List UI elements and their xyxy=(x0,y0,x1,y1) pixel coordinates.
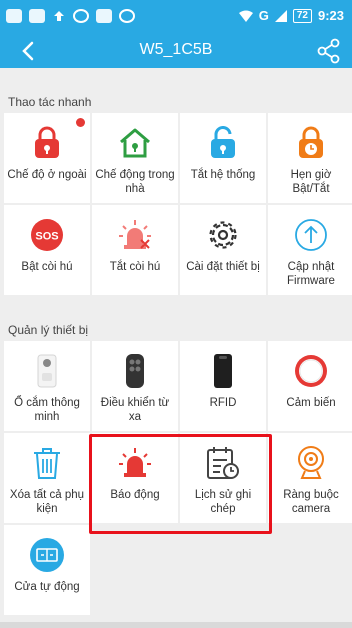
sensor-button[interactable]: Cảm biến xyxy=(268,341,352,431)
device-settings-button[interactable]: Cài đặt thiết bị xyxy=(180,205,266,295)
battery-level: 72 xyxy=(292,8,312,23)
sos-icon: SOS xyxy=(29,217,65,253)
camera-icon xyxy=(293,445,329,481)
wifi-icon xyxy=(238,10,253,22)
cell-label: Tắt còi hú xyxy=(109,261,161,273)
siren-off-icon xyxy=(117,217,153,253)
cell-label: Cửa tự động xyxy=(14,581,80,593)
auto-door-button[interactable]: Cửa tự động xyxy=(4,525,90,615)
page-title: W5_1C5B xyxy=(139,41,213,58)
away-mode-button[interactable]: Chế độ ở ngoài xyxy=(4,113,90,203)
status-right: G 72 9:23 xyxy=(238,8,344,23)
image-icon xyxy=(29,9,45,23)
cell-label: Ràng buộc camera xyxy=(283,489,339,515)
cell-label: Tắt hệ thống xyxy=(190,169,256,181)
app-header: W5_1C5B xyxy=(0,34,352,68)
quick-actions-title: Thao tác nhanh xyxy=(8,95,92,109)
sensor-icon xyxy=(293,353,329,389)
back-arrow-icon[interactable] xyxy=(16,36,44,66)
cell-label: Cài đặt thiết bị xyxy=(186,261,260,273)
remote-control-button[interactable]: Điều khiển từ xa xyxy=(92,341,178,431)
lock-timer-icon xyxy=(293,125,329,161)
rfid-button[interactable]: RFID xyxy=(180,341,266,431)
trash-icon xyxy=(29,445,65,481)
cell-label: Xóa tất cả phụ kiện xyxy=(9,489,85,515)
camera-binding-button[interactable]: Ràng buộc camera xyxy=(268,433,352,523)
auto-door-icon xyxy=(29,537,65,573)
gear-icon xyxy=(205,217,241,253)
cell-label: RFID xyxy=(209,397,237,409)
status-bar: G 72 9:23 xyxy=(0,0,352,34)
sync-icon xyxy=(73,9,89,23)
highlight-frame xyxy=(89,434,272,534)
siren-off-button[interactable]: Tắt còi hú xyxy=(92,205,178,295)
cell-label: Điều khiển từ xa xyxy=(100,397,170,423)
svg-text:SOS: SOS xyxy=(35,231,58,243)
camera-notification-icon xyxy=(119,9,135,23)
schedule-button[interactable]: Hẹn giờ Bật/Tắt xyxy=(268,113,352,203)
delete-all-accessories-button[interactable]: Xóa tất cả phụ kiện xyxy=(4,433,90,523)
cell-label: Ổ cắm thông minh xyxy=(14,397,80,423)
firmware-update-button[interactable]: Cập nhật Firmware xyxy=(268,205,352,295)
home-icon xyxy=(117,125,153,161)
notification-dot xyxy=(76,118,85,127)
notification-icons xyxy=(6,9,135,23)
upload-arrow-icon xyxy=(54,11,64,21)
home-mode-button[interactable]: Chế động trong nhà xyxy=(92,113,178,203)
smart-plug-button[interactable]: Ổ cắm thông minh xyxy=(4,341,90,431)
cell-label: Cập nhật Firmware xyxy=(287,261,335,287)
signal-icon xyxy=(274,9,287,22)
lock-away-icon xyxy=(29,125,65,161)
siren-on-button[interactable]: SOS Bật còi hú xyxy=(4,205,90,295)
network-type: G xyxy=(258,8,269,23)
remote-control-icon xyxy=(117,353,153,389)
clock: 9:23 xyxy=(317,8,344,23)
app-icon xyxy=(96,9,112,23)
cell-label: Chế động trong nhà xyxy=(95,169,175,195)
disarm-button[interactable]: Tắt hệ thống xyxy=(180,113,266,203)
upload-icon xyxy=(293,217,329,253)
rfid-card-icon xyxy=(205,353,241,389)
bottom-edge xyxy=(0,622,352,628)
zalo-icon xyxy=(6,9,22,23)
share-icon[interactable] xyxy=(316,38,342,64)
device-management-title: Quản lý thiết bị xyxy=(8,323,89,337)
smart-plug-icon xyxy=(29,353,65,389)
cell-label: Bật còi hú xyxy=(21,261,73,273)
cell-label: Chế độ ở ngoài xyxy=(7,169,87,181)
cell-label: Hẹn giờ Bật/Tắt xyxy=(290,169,332,195)
unlock-icon xyxy=(205,125,241,161)
cell-label: Cảm biến xyxy=(286,397,336,409)
